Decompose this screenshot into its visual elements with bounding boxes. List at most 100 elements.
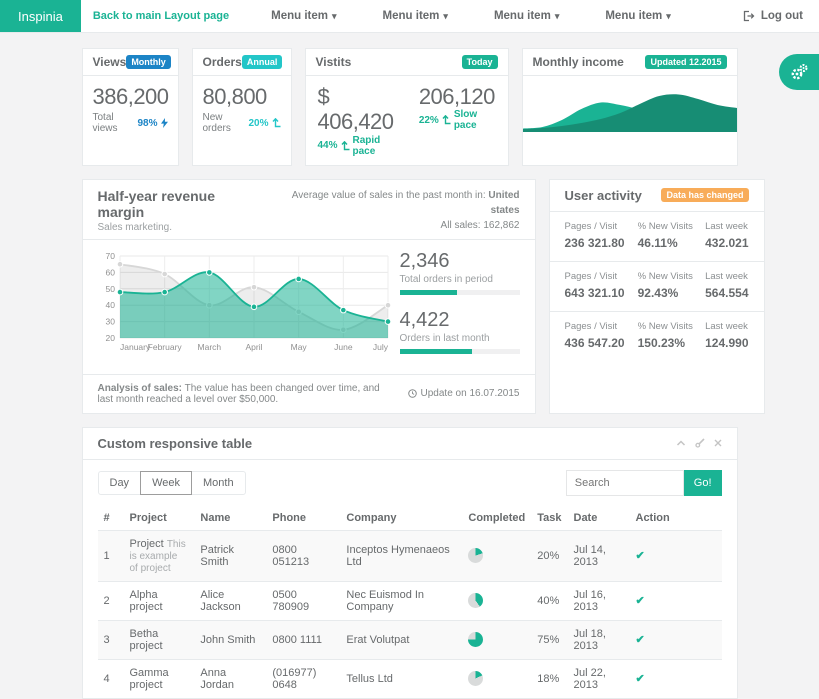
sign-out-icon — [743, 10, 755, 22]
menu-item-4[interactable]: Menu item ▾ — [593, 0, 682, 32]
col-header-completed[interactable]: Completed — [462, 506, 531, 531]
svg-text:60: 60 — [105, 267, 115, 277]
col-header-action[interactable]: Action — [630, 506, 722, 531]
completed-pie-chart — [468, 632, 483, 647]
back-to-layout-link[interactable]: Back to main Layout page — [85, 0, 237, 32]
theme-settings-button[interactable] — [779, 54, 819, 90]
views-stat: 98% — [137, 118, 167, 129]
visits-right-col: 206,120 22% Slow pace — [419, 84, 496, 157]
caret-down-icon: ▾ — [443, 11, 448, 22]
col-header-phone[interactable]: Phone — [266, 506, 340, 531]
tab-month[interactable]: Month — [191, 471, 246, 495]
col-header-task[interactable]: Task — [531, 506, 567, 531]
monthly-badge: Monthly — [126, 55, 171, 69]
revenue-panel-subtitle: Sales marketing. — [98, 222, 264, 233]
visits-left-col: $ 406,420 44% Rapid pace — [318, 84, 403, 157]
visits-card: Vistits Today $ 406,420 44% Rapid pace 2… — [305, 48, 509, 166]
activity-row: Pages / Visit643 321.10 % New Visits92.4… — [550, 262, 764, 312]
col-header-project[interactable]: Project — [124, 506, 195, 531]
tab-week[interactable]: Week — [140, 471, 192, 495]
brand-logo[interactable]: Inspinia — [0, 0, 81, 32]
svg-text:20: 20 — [105, 333, 115, 343]
level-up-icon — [442, 115, 451, 125]
collapse-icon[interactable] — [676, 439, 686, 447]
income-card-title: Monthly income — [533, 55, 624, 69]
menu-item-2[interactable]: Menu item ▾ — [371, 0, 460, 32]
table-row[interactable]: 4 Gamma project Anna Jordan (016977) 064… — [98, 659, 722, 698]
completed-pie-chart — [468, 548, 483, 563]
revenue-panel: Half-year revenue margin Sales marketing… — [82, 179, 536, 414]
views-card: Views Monthly 386,200 Total views 98% — [82, 48, 179, 166]
svg-text:May: May — [290, 342, 307, 352]
visits-left-value: $ 406,420 — [318, 84, 403, 135]
gears-icon — [789, 63, 809, 81]
menu-item-1[interactable]: Menu item ▾ — [259, 0, 348, 32]
caret-down-icon: ▾ — [555, 11, 560, 22]
bolt-icon — [161, 118, 168, 128]
col-header-name[interactable]: Name — [194, 506, 266, 531]
visits-card-title: Vistits — [316, 55, 352, 69]
table-row[interactable]: 3 Betha project John Smith 0800 1111 Era… — [98, 620, 722, 659]
views-value: 386,200 — [93, 84, 168, 109]
visits-right-value: 206,120 — [419, 84, 496, 109]
svg-text:40: 40 — [105, 300, 115, 310]
orders-card: Orders Annual 80,800 New orders 20% — [192, 48, 292, 166]
logout-button[interactable]: Log out — [727, 0, 819, 32]
level-up-icon — [341, 141, 350, 151]
check-icon[interactable]: ✔ — [636, 634, 645, 646]
orders-stat: 20% — [248, 118, 280, 129]
orders-in-period-value: 2,346 — [400, 250, 520, 273]
go-button[interactable]: Go! — [684, 470, 722, 496]
orders-card-title: Orders — [203, 55, 242, 69]
col-header-date[interactable]: Date — [568, 506, 630, 531]
analysis-text: Analysis of sales: The value has been ch… — [98, 383, 398, 405]
note-country: United states — [488, 190, 519, 216]
update-date: Update on 16.07.2015 — [408, 383, 520, 405]
svg-text:30: 30 — [105, 316, 115, 326]
projects-table: # Project Name Phone Company Completed T… — [98, 506, 722, 698]
updated-badge: Updated 12.2015 — [645, 55, 726, 69]
svg-text:June: June — [334, 342, 353, 352]
check-icon[interactable]: ✔ — [636, 673, 645, 685]
svg-text:February: February — [147, 342, 182, 352]
col-header-num[interactable]: # — [98, 506, 124, 531]
svg-text:April: April — [245, 342, 262, 352]
svg-text:July: July — [372, 342, 388, 352]
all-sales-value: All sales: 162,862 — [263, 218, 519, 233]
orders-last-month-label: Orders in last month — [400, 333, 520, 344]
user-activity-title: User activity — [565, 188, 642, 203]
data-changed-badge: Data has changed — [661, 188, 748, 202]
activity-row: Pages / Visit436 547.20 % New Visits150.… — [550, 312, 764, 361]
check-icon[interactable]: ✔ — [636, 595, 645, 607]
revenue-stats-column: 2,346 Total orders in period 4,422 Order… — [392, 250, 520, 368]
tab-day[interactable]: Day — [98, 471, 142, 495]
orders-value: 80,800 — [203, 84, 281, 109]
caret-down-icon: ▾ — [666, 11, 671, 22]
period-button-group: Day Week Month — [98, 471, 246, 495]
clock-icon — [408, 389, 417, 398]
top-navbar: Inspinia Back to main Layout page Menu i… — [0, 0, 819, 33]
charts-row: Half-year revenue margin Sales marketing… — [82, 179, 738, 414]
orders-label: New orders — [203, 112, 249, 134]
wrench-icon[interactable] — [695, 438, 705, 448]
col-header-company[interactable]: Company — [340, 506, 462, 531]
custom-table-panel: Custom responsive table Day Week Month — [82, 427, 738, 699]
menu-item-3[interactable]: Menu item ▾ — [482, 0, 571, 32]
svg-text:January: January — [120, 342, 151, 352]
income-area-chart — [523, 76, 737, 165]
close-icon[interactable] — [714, 439, 722, 447]
check-icon[interactable]: ✔ — [636, 550, 645, 562]
orders-last-month-value: 4,422 — [400, 309, 520, 332]
search-input[interactable] — [566, 470, 684, 496]
summary-cards-row: Views Monthly 386,200 Total views 98% — [82, 48, 738, 166]
views-label: Total views — [93, 112, 138, 134]
table-row[interactable]: 2 Alpha project Alice Jackson 0500 78090… — [98, 581, 722, 620]
svg-text:50: 50 — [105, 283, 115, 293]
revenue-note: Average value of sales in the past month… — [263, 188, 519, 233]
orders-in-period-label: Total orders in period — [400, 274, 520, 285]
level-up-icon — [272, 118, 281, 128]
visits-left-stat: 44% Rapid pace — [318, 135, 403, 157]
monthly-income-card: Monthly income Updated 12.2015 — [522, 48, 738, 166]
table-row[interactable]: 1 Project This is example of project Pat… — [98, 530, 722, 581]
table-panel-title: Custom responsive table — [98, 436, 253, 451]
